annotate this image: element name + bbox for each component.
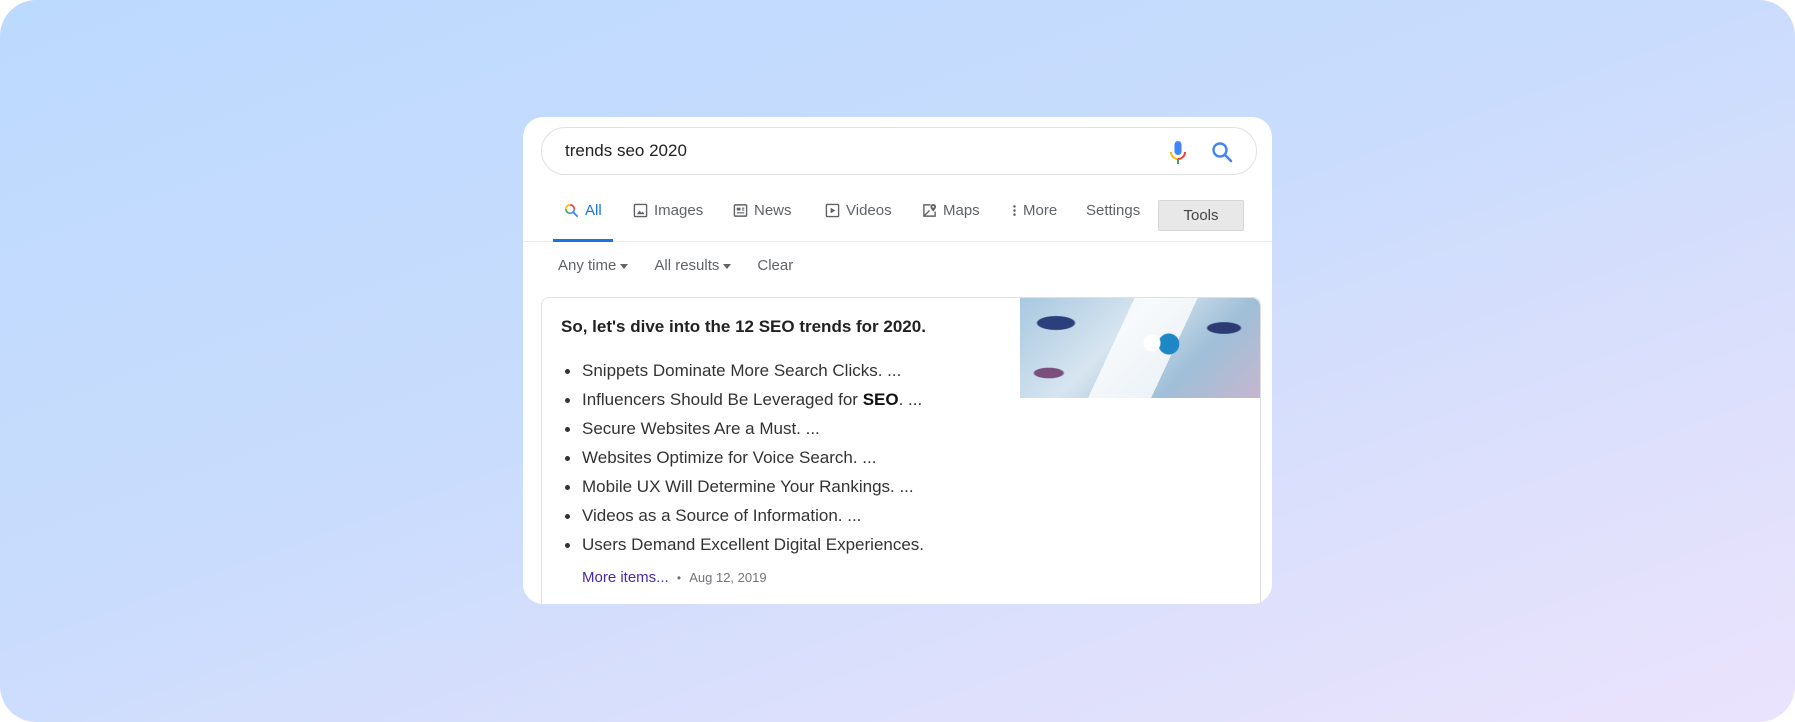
results-filter-label: All results [654, 257, 720, 274]
list-item: Mobile UX Will Determine Your Rankings. … [564, 472, 924, 501]
tab-more[interactable]: More [1012, 179, 1057, 241]
tab-label: Maps [943, 201, 980, 219]
snippet-heading: So, let's dive into the 12 SEO trends fo… [561, 317, 926, 336]
results-filter-dropdown[interactable]: All results [654, 257, 732, 274]
tab-maps[interactable]: Maps [922, 179, 980, 241]
map-pin-icon [923, 203, 937, 217]
search-filters: Any time All results Clear [558, 257, 793, 274]
tab-label: News [754, 201, 792, 219]
vertical-dots-icon [1013, 204, 1016, 216]
time-filter-label: Any time [558, 257, 617, 274]
more-items-link[interactable]: More items... [582, 569, 669, 586]
tab-news[interactable]: News [733, 179, 792, 241]
search-icon[interactable] [1210, 140, 1234, 164]
list-item: Snippets Dominate More Search Clicks. ..… [564, 356, 924, 385]
snippet-date: Aug 12, 2019 [689, 570, 767, 585]
play-icon [825, 203, 840, 217]
tab-all[interactable]: All [553, 179, 613, 242]
tab-videos[interactable]: Videos [825, 179, 892, 241]
list-item: Websites Optimize for Voice Search. ... [564, 443, 924, 472]
caret-down-icon [723, 263, 732, 269]
tab-label: All [585, 201, 602, 219]
caret-down-icon [620, 263, 629, 269]
tools-button[interactable]: Tools [1158, 200, 1244, 231]
list-item: Users Demand Excellent Digital Experienc… [564, 530, 924, 559]
tab-images[interactable]: Images [633, 179, 703, 241]
list-item: Secure Websites Are a Must. ... [564, 414, 924, 443]
tab-label: Videos [846, 201, 892, 219]
search-input[interactable]: trends seo 2020 [565, 141, 687, 161]
search-box[interactable]: trends seo 2020 [541, 127, 1257, 175]
microphone-icon[interactable] [1168, 140, 1188, 166]
featured-snippet: So, let's dive into the 12 SEO trends fo… [541, 297, 1261, 604]
time-filter-dropdown[interactable]: Any time [558, 257, 629, 274]
tab-label: More [1023, 201, 1058, 219]
search-icon [565, 203, 579, 217]
list-item: Influencers Should Be Leveraged for SEO.… [564, 385, 924, 414]
seo-analytics-image[interactable] [1020, 298, 1260, 398]
clear-filters-button[interactable]: Clear [757, 257, 793, 274]
tab-label: Settings [1086, 201, 1141, 219]
image-icon [633, 203, 648, 217]
tab-label: Images [654, 201, 704, 219]
list-item-suffix: . ... [898, 390, 923, 409]
tab-settings[interactable]: Settings [1086, 179, 1140, 241]
separator: • [676, 571, 682, 585]
news-icon [733, 203, 748, 217]
snippet-list: Snippets Dominate More Search Clicks. ..… [561, 356, 924, 559]
highlight-term: SEO [862, 390, 899, 409]
list-item-text: Influencers Should Be Leveraged for [582, 390, 863, 409]
list-item: Videos as a Source of Information. ... [564, 501, 924, 530]
snippet-footer: More items... • Aug 12, 2019 [582, 569, 767, 586]
search-results-panel: trends seo 2020 All Images News Videos M… [523, 117, 1272, 604]
